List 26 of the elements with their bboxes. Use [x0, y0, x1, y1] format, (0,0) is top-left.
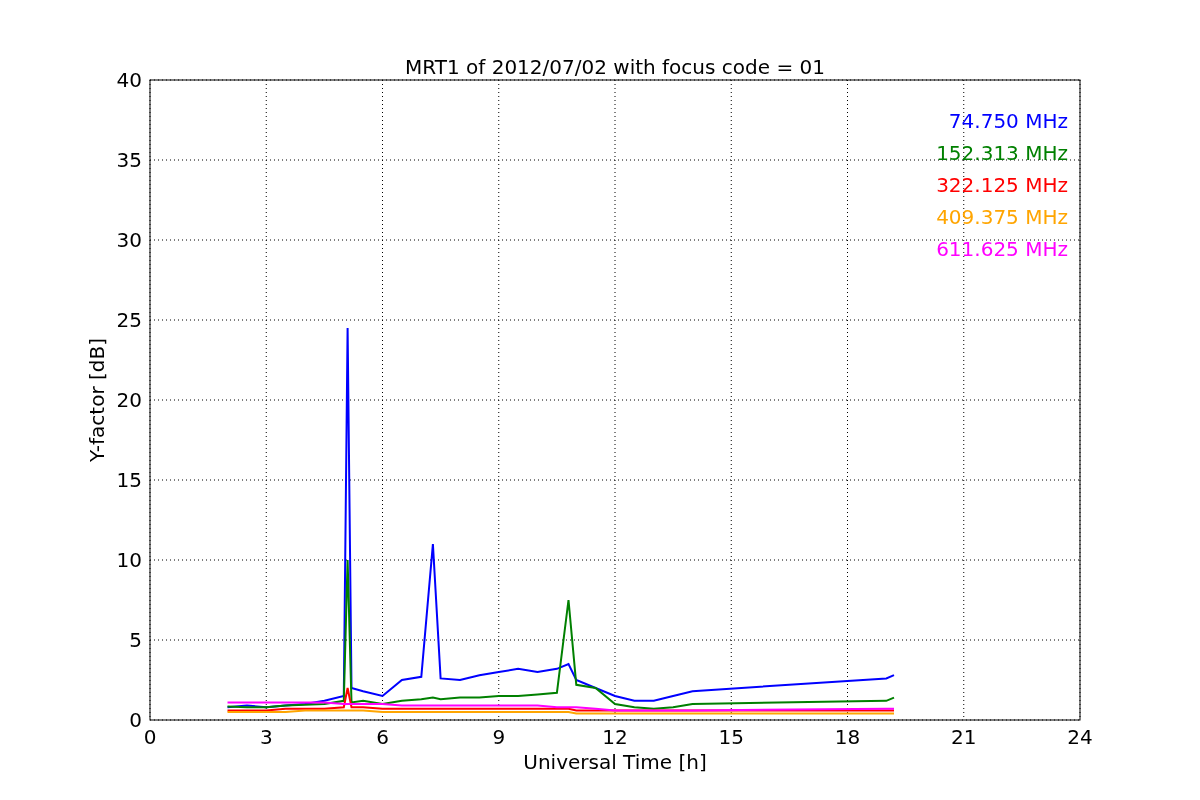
y-tick-label: 35	[116, 148, 142, 172]
legend-entry: 409.375 MHz	[936, 205, 1068, 229]
y-tick-label: 20	[116, 388, 142, 412]
x-tick-label: 15	[718, 725, 744, 749]
x-tick-label: 12	[602, 725, 628, 749]
x-tick-label: 21	[951, 725, 977, 749]
legend-entry: 322.125 MHz	[936, 173, 1068, 197]
x-tick-label: 9	[492, 725, 506, 749]
x-axis-label: Universal Time [h]	[523, 750, 707, 774]
y-tick-label: 10	[116, 548, 142, 572]
y-tick-label: 25	[116, 308, 142, 332]
legend-entry: 611.625 MHz	[936, 237, 1068, 261]
y-tick-label: 15	[116, 468, 142, 492]
x-tick-label: 6	[376, 725, 389, 749]
y-tick-label: 5	[129, 628, 142, 652]
chart-title: MRT1 of 2012/07/02 with focus code = 01	[405, 55, 825, 79]
legend-entry: 74.750 MHz	[948, 109, 1068, 133]
x-tick-label: 3	[259, 725, 273, 749]
x-tick-label: 18	[834, 725, 861, 749]
y-tick-label: 30	[116, 228, 142, 252]
y-axis-label: Y-factor [dB]	[85, 338, 109, 462]
x-tick-label: 0	[143, 725, 157, 749]
legend-entry: 152.313 MHz	[936, 141, 1068, 165]
y-tick-label: 0	[129, 708, 142, 732]
y-tick-label: 40	[116, 68, 142, 92]
x-tick-label: 24	[1067, 725, 1093, 749]
